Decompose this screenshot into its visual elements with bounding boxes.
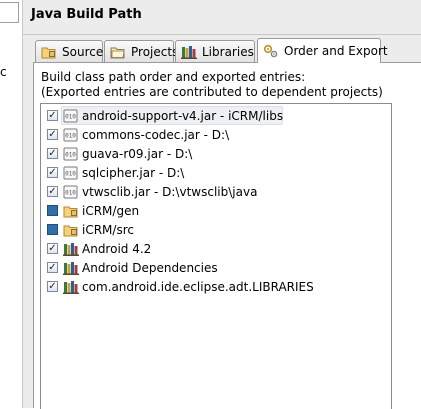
nav-item-cut-text[interactable]: c xyxy=(0,65,7,79)
classpath-entries-list[interactable]: ✓ 010 android-support-v4.jar - iCRM/libs… xyxy=(40,103,392,409)
entry-label: com.android.ide.eclipse.adt.LIBRARIES xyxy=(82,279,314,294)
svg-text:010: 010 xyxy=(65,170,76,177)
list-item[interactable]: ✓ 010 guava-r09.jar - D:\ xyxy=(41,144,192,163)
left-navigation-panel: c xyxy=(0,0,23,408)
export-checkbox-disabled xyxy=(47,205,58,216)
list-item[interactable]: iCRM/src xyxy=(41,220,134,239)
description-line-1: Build class path order and exported entr… xyxy=(41,70,306,84)
svg-text:010: 010 xyxy=(65,132,76,139)
tab-order-and-export[interactable]: Order and Export xyxy=(257,38,388,63)
export-checkbox[interactable]: ✓ xyxy=(47,129,58,140)
export-checkbox[interactable]: ✓ xyxy=(47,243,58,254)
tab-libraries-label: Libraries xyxy=(202,44,254,59)
entry-label: vtwsclib.jar - D:\vtwsclib\java xyxy=(82,184,258,199)
order-export-panel: Build class path order and exported entr… xyxy=(33,62,421,409)
list-item[interactable]: ✓ Android 4.2 xyxy=(41,239,151,258)
list-item[interactable]: ✓ 010 sqlcipher.jar - D:\ xyxy=(41,163,184,182)
title-separator xyxy=(23,34,421,35)
list-item[interactable]: ✓ 010 commons-codec.jar - D:\ xyxy=(41,125,229,144)
projects-icon xyxy=(110,45,126,59)
entry-label: iCRM/gen xyxy=(82,203,140,218)
export-checkbox[interactable]: ✓ xyxy=(47,281,58,292)
svg-text:010: 010 xyxy=(65,151,76,158)
source-folder-icon xyxy=(63,204,79,218)
list-item[interactable]: ✓ Android Dependencies xyxy=(41,258,218,277)
export-checkbox[interactable]: ✓ xyxy=(47,167,58,178)
java-build-path-page: Java Build Path Source Projects Librarie… xyxy=(23,0,421,409)
entry-label: commons-codec.jar - D:\ xyxy=(82,127,230,142)
page-title: Java Build Path xyxy=(31,7,142,22)
tab-projects-label: Projects xyxy=(131,44,179,59)
entry-label: iCRM/src xyxy=(82,222,134,237)
library-icon xyxy=(63,242,79,256)
tab-libraries[interactable]: Libraries xyxy=(175,40,255,62)
description-line-2: (Exported entries are contributed to dep… xyxy=(41,85,383,99)
list-item[interactable]: ✓ com.android.ide.eclipse.adt.LIBRARIES xyxy=(41,277,314,296)
filter-input[interactable] xyxy=(0,2,19,23)
export-checkbox[interactable]: ✓ xyxy=(47,186,58,197)
list-item[interactable]: iCRM/gen xyxy=(41,201,139,220)
jar-icon: 010 xyxy=(63,166,79,180)
svg-text:010: 010 xyxy=(65,189,76,196)
export-checkbox[interactable]: ✓ xyxy=(47,110,58,121)
list-item[interactable]: ✓ 010 vtwsclib.jar - D:\vtwsclib\java xyxy=(41,182,257,201)
export-checkbox[interactable]: ✓ xyxy=(47,148,58,159)
jar-icon: 010 xyxy=(63,128,79,142)
tab-order-and-export-label: Order and Export xyxy=(284,44,388,58)
export-checkbox[interactable]: ✓ xyxy=(47,262,58,273)
entry-label: guava-r09.jar - D:\ xyxy=(82,146,193,161)
entry-label: Android 4.2 xyxy=(82,241,152,256)
entry-label: android-support-v4.jar - iCRM/libs xyxy=(82,108,284,123)
entry-label: Android Dependencies xyxy=(82,260,218,275)
jar-icon: 010 xyxy=(63,109,79,123)
source-folder-icon xyxy=(41,45,57,59)
tab-projects[interactable]: Projects xyxy=(104,40,178,62)
library-icon xyxy=(63,280,79,294)
jar-icon: 010 xyxy=(63,147,79,161)
order-export-icon xyxy=(263,44,279,58)
source-folder-icon xyxy=(63,223,79,237)
tab-source[interactable]: Source xyxy=(35,40,103,62)
jar-icon: 010 xyxy=(63,185,79,199)
library-icon xyxy=(63,261,79,275)
libraries-icon xyxy=(181,45,197,59)
tab-source-label: Source xyxy=(62,44,104,59)
entry-label: sqlcipher.jar - D:\ xyxy=(82,165,185,180)
svg-text:010: 010 xyxy=(65,113,76,120)
list-item[interactable]: ✓ 010 android-support-v4.jar - iCRM/libs xyxy=(41,106,283,125)
export-checkbox-disabled xyxy=(47,224,58,235)
